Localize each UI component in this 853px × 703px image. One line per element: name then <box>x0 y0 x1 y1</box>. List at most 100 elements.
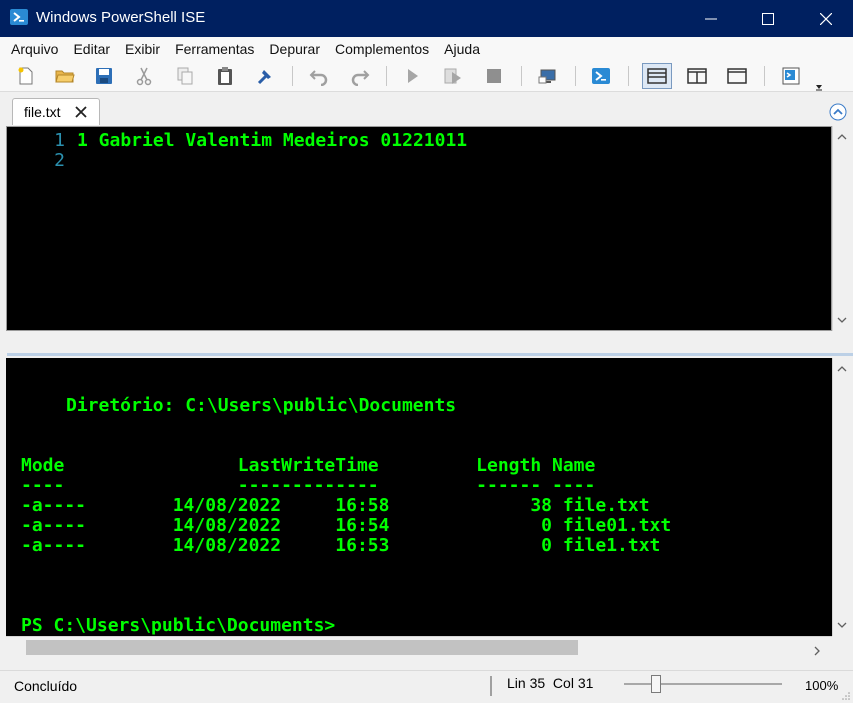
chevron-up-icon <box>837 134 847 140</box>
save-icon <box>96 68 112 84</box>
show-script-max-button[interactable] <box>725 64 749 88</box>
tab-label: file.txt <box>24 104 61 120</box>
powershell-button[interactable] <box>589 64 613 88</box>
chevron-up-icon <box>837 366 847 372</box>
menu-arquivo[interactable]: Arquivo <box>4 41 66 57</box>
zoom-slider-thumb[interactable] <box>650 675 661 693</box>
toolbar <box>0 60 853 92</box>
menu-exibir[interactable]: Exibir <box>118 41 168 57</box>
powershell-icon <box>592 68 610 84</box>
maximize-icon <box>762 12 774 25</box>
scroll-thumb[interactable] <box>26 640 578 655</box>
cursor-position: Lin 35 Col 31 <box>507 675 594 691</box>
powershell-icon <box>10 9 28 25</box>
menu-editar[interactable]: Editar <box>66 41 118 57</box>
status-text: Concluído <box>14 678 78 694</box>
new-file-button[interactable] <box>14 64 38 88</box>
toolbar-separator <box>575 66 576 86</box>
menu-depurar[interactable]: Depurar <box>262 41 328 57</box>
cut-icon <box>136 67 152 86</box>
zoom-slider-track[interactable] <box>624 683 782 685</box>
run-button[interactable] <box>400 64 424 88</box>
undo-button[interactable] <box>307 64 331 88</box>
open-folder-icon <box>55 70 75 83</box>
script-editor[interactable]: 1 2 1 Gabriel Valentim Medeiros 01221011 <box>6 126 832 331</box>
console-row: -a---- 14/08/2022 16:54 0 file01.txt <box>21 515 672 536</box>
run-icon <box>408 69 418 83</box>
paste-icon <box>218 67 232 85</box>
toolbar-separator <box>764 66 765 86</box>
splitter-highlight <box>7 353 853 356</box>
console-row: -a---- 14/08/2022 16:53 0 file1.txt <box>21 535 661 556</box>
show-script-max-icon <box>727 68 747 84</box>
save-button[interactable] <box>92 64 116 88</box>
remote-powershell-icon <box>538 69 556 84</box>
scroll-down-button[interactable] <box>833 616 851 634</box>
redo-icon <box>351 70 370 86</box>
clear-console-button[interactable] <box>253 64 277 88</box>
scroll-down-button[interactable] <box>833 311 851 329</box>
tab-strip: file.txt <box>0 92 853 126</box>
zoom-level: 100% <box>805 678 839 693</box>
redo-button[interactable] <box>348 64 372 88</box>
show-command-addon-icon <box>782 67 800 85</box>
clear-console-icon <box>257 70 271 85</box>
toolbar-separator <box>521 66 522 86</box>
console-underline: ---- ------------- ------ ---- <box>21 475 596 496</box>
scroll-up-button[interactable] <box>833 128 851 146</box>
run-selection-button[interactable] <box>441 64 465 88</box>
scroll-right-button[interactable] <box>814 643 820 659</box>
cut-button[interactable] <box>132 64 156 88</box>
tab-close-icon[interactable] <box>74 105 88 119</box>
title-bar: Windows PowerShell ISE <box>0 0 853 37</box>
scroll-up-button[interactable] <box>833 360 851 378</box>
stop-button[interactable] <box>482 64 506 88</box>
editor-vertical-scrollbar[interactable] <box>832 126 850 331</box>
console-directory-line: Diretório: C:\Users\public\Documents <box>66 395 457 416</box>
toolbar-overflow-button[interactable] <box>815 78 823 91</box>
console-header: Mode LastWriteTime Length Name <box>21 455 596 476</box>
remote-powershell-button[interactable] <box>536 64 560 88</box>
close-button[interactable] <box>803 0 849 37</box>
resize-grip-icon[interactable] <box>842 692 850 700</box>
toolbar-separator <box>292 66 293 86</box>
line-number: 2 <box>54 150 65 171</box>
console-pane[interactable]: Diretório: C:\Users\public\Documents Mod… <box>6 358 832 636</box>
collapse-script-pane-icon[interactable] <box>829 103 847 121</box>
show-script-top-icon <box>647 68 667 84</box>
chevron-right-icon <box>814 646 820 656</box>
console-row: -a---- 14/08/2022 16:58 38 file.txt <box>21 495 650 516</box>
close-icon <box>820 12 832 25</box>
chevron-down-icon <box>837 317 847 323</box>
new-file-icon <box>18 67 33 85</box>
console-prompt: PS C:\Users\public\Documents> <box>21 615 336 636</box>
menu-ajuda[interactable]: Ajuda <box>437 41 488 57</box>
show-command-addon-button[interactable] <box>779 64 803 88</box>
stop-icon <box>487 69 501 83</box>
show-script-right-icon <box>687 68 707 84</box>
menu-ferramentas[interactable]: Ferramentas <box>168 41 262 57</box>
toolbar-separator <box>628 66 629 86</box>
tab-file-txt[interactable]: file.txt <box>12 98 100 125</box>
show-script-right-button[interactable] <box>685 64 709 88</box>
minimize-icon <box>705 18 717 19</box>
status-separator <box>490 676 492 696</box>
show-script-top-button[interactable] <box>642 63 672 89</box>
open-button[interactable] <box>53 64 77 88</box>
copy-button[interactable] <box>173 64 197 88</box>
chevron-down-icon <box>837 622 847 628</box>
toolbar-overflow-icon <box>816 85 822 91</box>
menu-complementos[interactable]: Complementos <box>328 41 437 57</box>
status-bar: Concluído Lin 35 Col 31 100% <box>0 670 853 703</box>
maximize-button[interactable] <box>745 0 791 37</box>
paste-button[interactable] <box>213 64 237 88</box>
console-vertical-scrollbar[interactable] <box>832 358 850 636</box>
undo-icon <box>309 70 328 86</box>
console-horizontal-scrollbar[interactable] <box>6 636 832 658</box>
copy-icon <box>177 67 193 85</box>
window-title: Windows PowerShell ISE <box>36 9 206 26</box>
menu-bar: Arquivo Editar Exibir Ferramentas Depura… <box>0 37 853 60</box>
minimize-button[interactable] <box>688 0 734 37</box>
editor-line: 1 Gabriel Valentim Medeiros 01221011 <box>77 130 468 151</box>
toolbar-separator <box>386 66 387 86</box>
